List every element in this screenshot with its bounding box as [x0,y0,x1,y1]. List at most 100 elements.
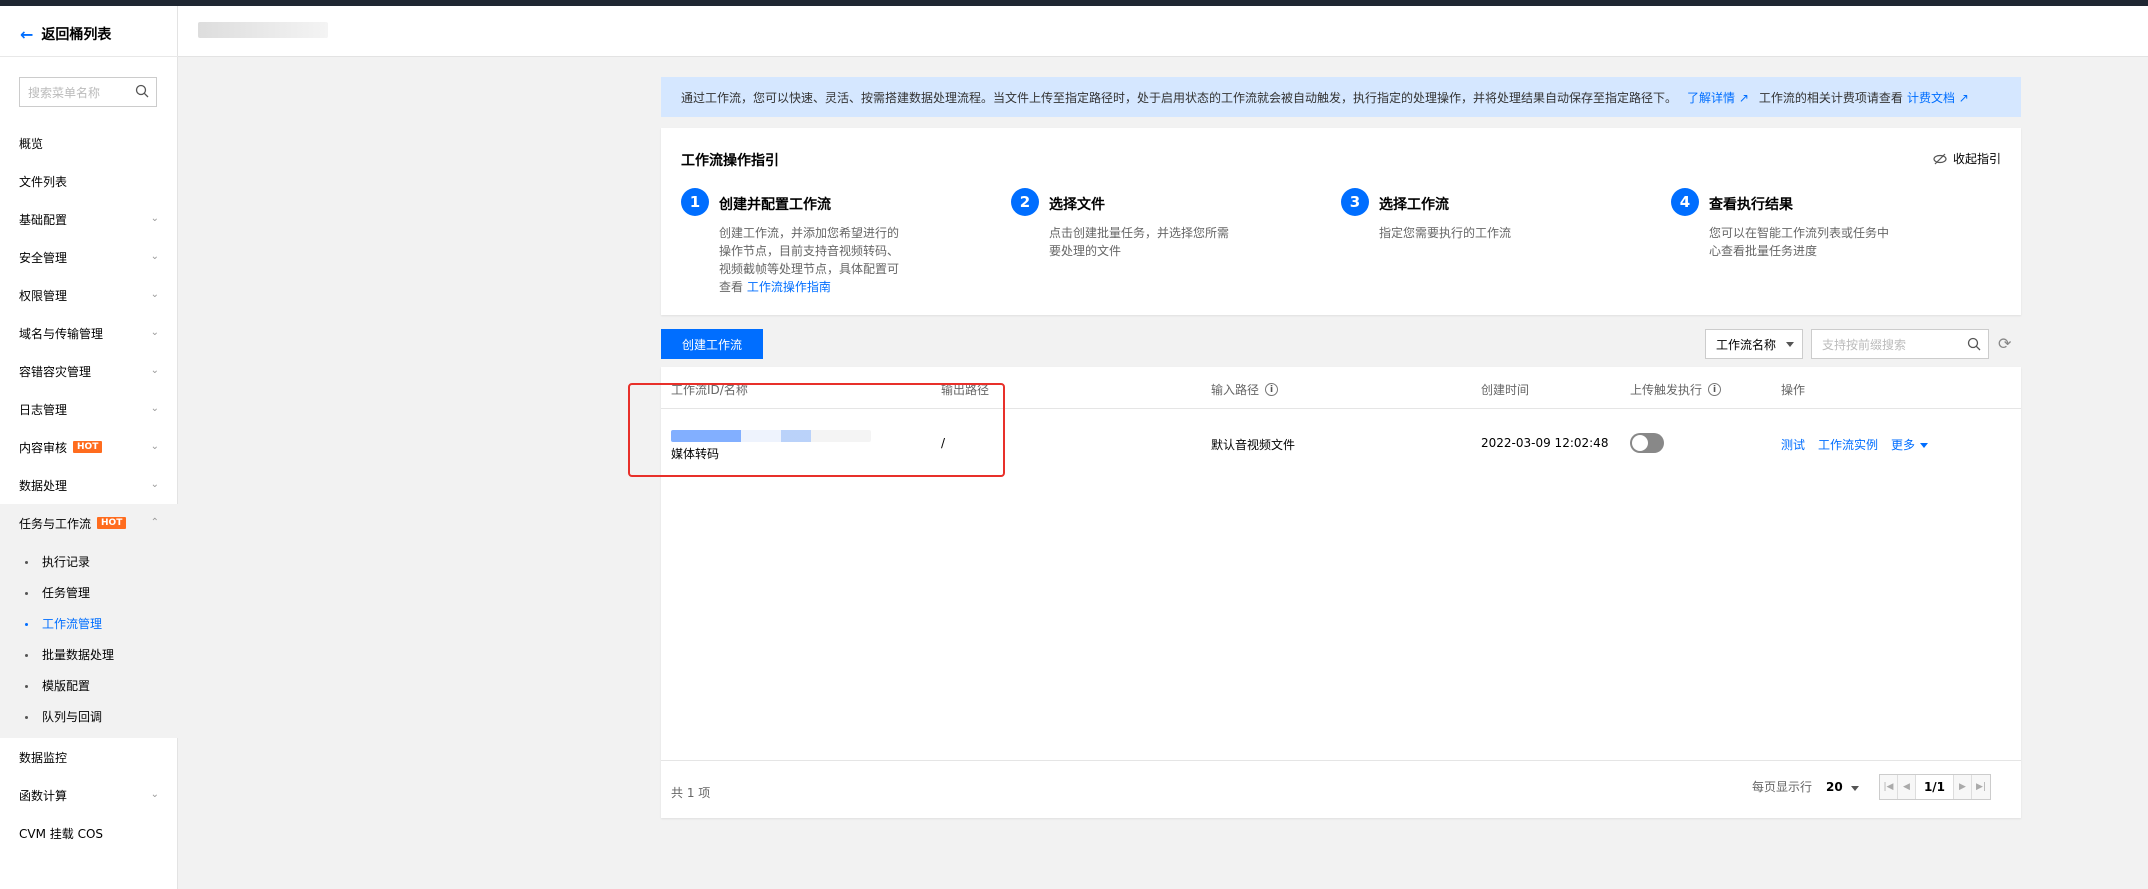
created-time: 2022-03-09 12:02:48 [1481,436,1609,450]
sidebar-item-data-monitoring[interactable]: 数据监控 [0,738,178,776]
sidebar-item-basic-config[interactable]: 基础配置 ⌄ [0,200,178,238]
info-icon[interactable]: i [1265,383,1279,396]
search-placeholder: 支持按前缀搜索 [1822,337,1907,352]
header-label: 输入路径 [1211,383,1260,397]
sidebar-item-file-list[interactable]: 文件列表 [0,162,178,200]
sidebar-item-tasks-workflows[interactable]: 任务与工作流 HOT ⌃ [0,504,178,542]
sidebar-item-data-processing[interactable]: 数据处理 ⌄ [0,466,178,504]
back-label: 返回桶列表 [41,27,112,43]
sidebar-item-label: 安全管理 [19,250,68,265]
red-annotation-box [628,383,1005,477]
external-link-icon: ↗ [1958,90,1969,105]
per-page-control: 每页显示行 20 [1752,778,1859,795]
prev-page-button[interactable]: ◀ [1898,775,1916,799]
caret-down-icon [1920,443,1929,448]
table-footer: 共 1 项 每页显示行 20 |◀ ◀ 1/1 ▶ ▶| [661,760,2021,818]
sidebar-item-overview[interactable]: 概览 [0,124,178,162]
step-desc: 您可以在智能工作流列表或任务中心查看批量任务进度 [1709,226,1890,258]
sidebar-subitem-label: 任务管理 [42,586,91,600]
caret-down-icon [1786,342,1794,347]
notice-billing-text: 工作流的相关计费项请查看 [1758,90,1903,105]
sidebar-item-fault-tolerance[interactable]: 容错容灾管理 ⌄ [0,352,178,390]
sidebar-item-label: 任务与工作流 [19,516,92,531]
step-desc: 创建工作流，并添加您希望进行的操作节点，目前支持音视频转码、视频截帧等处理节点，… [719,224,909,296]
sidebar-subitem-workflow-mgmt[interactable]: 工作流管理 [0,608,178,639]
refresh-icon[interactable]: ⟳ [1998,334,2016,353]
workflow-guide-link[interactable]: 工作流操作指南 [747,280,831,294]
info-notice: 通过工作流，您可以快速、灵活、按需搭建数据处理流程。当文件上传至指定路径时，处于… [661,77,2021,117]
hot-badge: HOT [97,517,127,529]
sidebar-submenu: 执行记录 任务管理 工作流管理 批量数据处理 模版配置 队列与回调 [0,542,178,738]
chevron-down-icon: ⌄ [150,289,159,300]
total-count: 共 1 项 [671,786,711,800]
chevron-down-icon: ⌄ [150,251,159,262]
billing-doc-link[interactable]: 计费文档 ↗ [1907,89,1969,106]
menu-search-input[interactable]: 搜索菜单名称 [19,77,157,107]
sidebar-item-security[interactable]: 安全管理 ⌄ [0,238,178,276]
chevron-down-icon: ⌄ [150,403,159,414]
sidebar-subitem-label: 工作流管理 [42,617,103,631]
sidebar-item-permissions[interactable]: 权限管理 ⌄ [0,276,178,314]
sidebar-subitem-template-config[interactable]: 模版配置 [0,670,178,701]
sidebar-subitem-label: 批量数据处理 [42,648,115,662]
menu-search-placeholder: 搜索菜单名称 [28,85,101,100]
header-label: 创建时间 [1481,383,1530,397]
first-page-button[interactable]: |◀ [1880,775,1898,799]
search-icon[interactable] [135,84,149,98]
sidebar-item-domain-transfer[interactable]: 域名与传输管理 ⌄ [0,314,178,352]
sidebar-item-label: 概览 [19,136,44,151]
sidebar-item-function-compute[interactable]: 函数计算 ⌄ [0,776,178,814]
upload-trigger-toggle[interactable] [1630,433,1664,453]
notice-text: 通过工作流，您可以快速、灵活、按需搭建数据处理流程。当文件上传至指定路径时，处于… [681,90,1678,105]
more-actions-dropdown[interactable]: 更多 [1891,436,1929,453]
col-header-input-path: 输入路径 i [1211,381,1279,398]
search-icon[interactable] [1967,337,1981,351]
sidebar-item-label: CVM 挂载 COS [19,826,104,841]
workflow-search-input[interactable]: 支持按前缀搜索 [1811,329,1989,359]
per-page-select[interactable]: 20 [1826,780,1859,794]
step-desc: 点击创建批量任务，并选择您所需要处理的文件 [1049,226,1230,258]
workflow-instances-link[interactable]: 工作流实例 [1818,436,1878,453]
learn-more-link[interactable]: 了解详情 ↗ [1687,89,1749,106]
chevron-up-icon: ⌃ [150,517,159,528]
hot-badge: HOT [73,441,103,453]
step-number: 4 [1671,188,1699,216]
sidebar-item-logs[interactable]: 日志管理 ⌄ [0,390,178,428]
sidebar-item-cvm-mount[interactable]: CVM 挂载 COS [0,814,178,852]
sidebar: ← 返回桶列表 搜索菜单名称 概览 文件列表 基础配置 ⌄ 安全管理 ⌄ 权限管理 ⌄… [0,6,178,889]
sidebar-item-label: 基础配置 [19,212,68,227]
sidebar-subitem-label: 模版配置 [42,679,91,693]
sidebar-menu: 概览 文件列表 基础配置 ⌄ 安全管理 ⌄ 权限管理 ⌄ 域名与传输管理 ⌄ 容错容灾管… [0,124,178,852]
arrow-left-icon: ← [20,24,34,44]
sidebar-item-label: 容错容灾管理 [19,364,92,379]
next-page-button[interactable]: ▶ [1954,775,1972,799]
divider [0,56,178,57]
sidebar-item-label: 日志管理 [19,402,68,417]
step-title: 查看执行结果 [1709,197,1793,213]
test-action-link[interactable]: 测试 [1781,436,1805,453]
sidebar-item-label: 文件列表 [19,174,68,189]
current-page[interactable]: 1/1 [1916,775,1954,799]
sidebar-item-label: 内容审核 [19,440,68,455]
sidebar-subitem-queue-callback[interactable]: 队列与回调 [0,701,178,732]
sidebar-subitem-task-mgmt[interactable]: 任务管理 [0,577,178,608]
chevron-down-icon: ⌄ [150,327,159,338]
chevron-down-icon: ⌄ [150,479,159,490]
info-icon[interactable]: i [1708,383,1722,396]
header-label: 操作 [1781,383,1806,397]
step-title: 选择文件 [1049,197,1105,213]
sidebar-subitem-exec-records[interactable]: 执行记录 [0,546,178,577]
workflow-guide-panel: 工作流操作指引 收起指引 1 创建并配置工作流 创建工作流，并添加您希望进行的操… [661,128,2021,315]
sidebar-subitem-batch-processing[interactable]: 批量数据处理 [0,639,178,670]
external-link-icon: ↗ [1738,90,1749,105]
collapse-guide-button[interactable]: 收起指引 [1933,150,2001,167]
sidebar-item-content-review[interactable]: 内容审核 HOT ⌄ [0,428,178,466]
step-number: 1 [681,188,709,216]
filter-field-select[interactable]: 工作流名称 [1705,329,1803,359]
chevron-down-icon: ⌄ [150,213,159,224]
last-page-button[interactable]: ▶| [1972,775,1990,799]
step-title: 选择工作流 [1379,197,1449,213]
sidebar-subitem-label: 队列与回调 [42,710,103,724]
back-to-bucket-list[interactable]: ← 返回桶列表 [20,24,111,44]
create-workflow-button[interactable]: 创建工作流 [661,329,763,359]
